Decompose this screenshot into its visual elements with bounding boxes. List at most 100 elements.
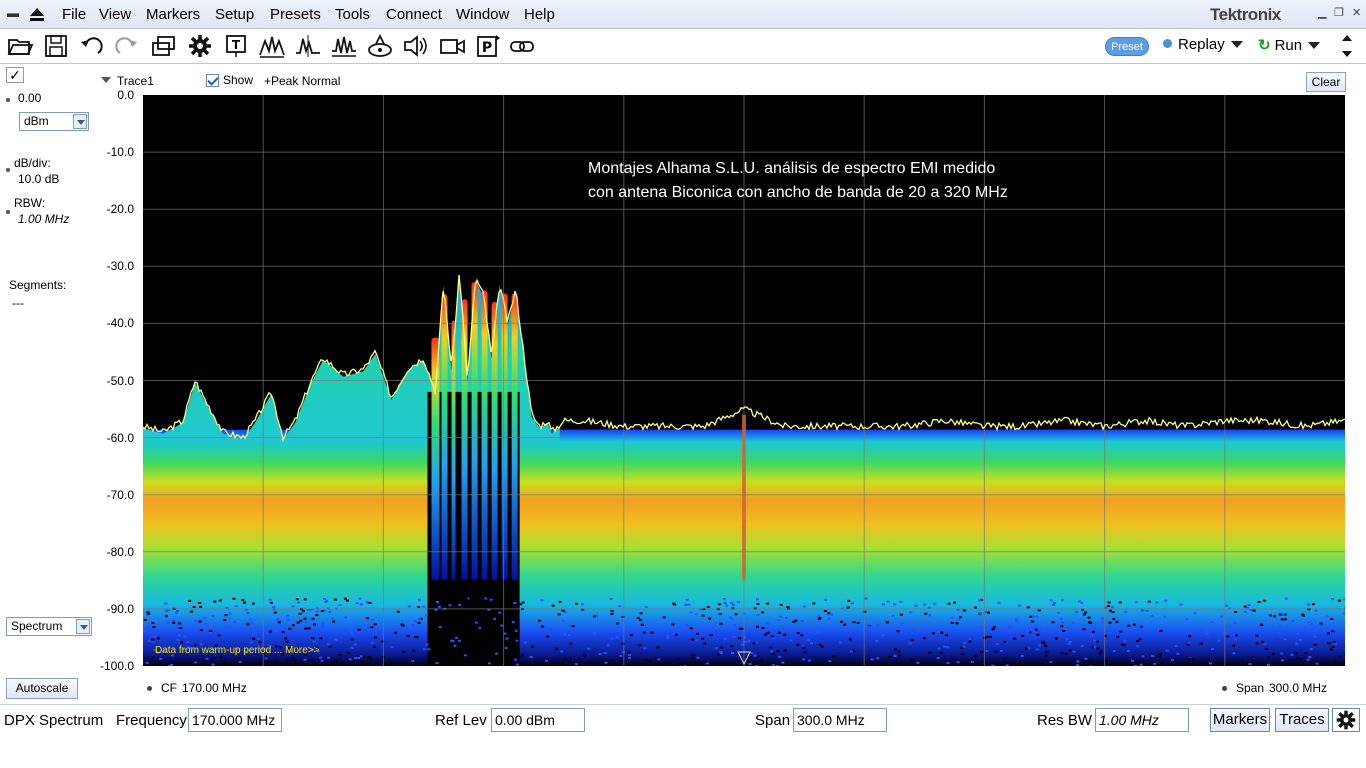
noise-speckle <box>287 618 291 621</box>
noise-speckle <box>1091 646 1094 649</box>
display-select[interactable]: Spectrum <box>6 617 92 636</box>
noise-speckle <box>891 614 895 617</box>
noise-speckle <box>672 602 676 605</box>
noise-speckle <box>1271 653 1275 655</box>
menu-presets[interactable]: Presets <box>270 6 321 23</box>
span-value[interactable]: 300.0 MHz <box>1269 681 1327 695</box>
noise-speckle <box>291 624 295 627</box>
show-checkbox[interactable] <box>206 74 219 87</box>
chevron-down-icon[interactable] <box>76 619 90 634</box>
noise-speckle <box>778 655 782 658</box>
menu-markers[interactable]: Markers <box>146 6 200 23</box>
chevron-down-icon[interactable] <box>1308 42 1321 49</box>
noise-speckle <box>284 637 288 640</box>
menu-view[interactable]: View <box>99 6 131 23</box>
burst-carrier <box>471 282 478 581</box>
noise-speckle <box>145 626 149 629</box>
chevron-down-icon[interactable] <box>101 77 111 83</box>
noise-speckle <box>272 606 276 608</box>
speaker-icon[interactable] <box>402 33 430 59</box>
close-icon[interactable]: ✕ <box>1352 6 1361 19</box>
windows-icon[interactable] <box>150 33 178 59</box>
unit-select[interactable]: dBm <box>19 112 89 131</box>
rbw-value[interactable]: 1.00 MHz <box>18 212 69 226</box>
noise-speckle <box>618 605 622 607</box>
y-tick-label: -10.0 <box>106 145 134 160</box>
markers-button[interactable]: Markers <box>1210 708 1270 732</box>
warmup-message[interactable]: Data from warm-up period ... More>> <box>155 645 320 656</box>
autoscale-button[interactable]: Autoscale <box>6 678 78 699</box>
replay-button[interactable]: Replay <box>1163 36 1243 53</box>
noise-speckle <box>148 632 152 634</box>
menu-tools[interactable]: Tools <box>335 6 370 23</box>
noise-speckle <box>166 620 170 623</box>
noise-speckle <box>990 625 993 628</box>
eject-icon[interactable] <box>28 5 46 23</box>
settings-gear-button[interactable] <box>1332 708 1360 732</box>
noise-speckle <box>994 650 998 653</box>
noise-speckle <box>606 644 610 647</box>
trace-name[interactable]: Trace1 <box>117 74 154 88</box>
noise-speckle <box>413 620 417 623</box>
clear-button[interactable]: Clear <box>1306 72 1346 92</box>
noise-speckle <box>530 645 534 648</box>
menu-window[interactable]: Window <box>456 6 509 23</box>
noise-speckle <box>1035 615 1039 618</box>
restore-icon[interactable]: ❐ <box>1334 6 1344 19</box>
noise-speckle <box>313 623 317 626</box>
noise-speckle <box>454 654 458 656</box>
menu-file[interactable]: File <box>62 6 86 23</box>
mode-label[interactable]: DPX Spectrum <box>4 712 103 729</box>
noise-speckle <box>1234 611 1238 613</box>
noise-speckle <box>1021 635 1025 637</box>
cf-value[interactable]: 170.00 MHz <box>182 681 247 695</box>
noise-speckle <box>346 599 349 602</box>
chevron-down-icon[interactable] <box>73 114 87 129</box>
menu-setup[interactable]: Setup <box>215 6 254 23</box>
redo-icon[interactable] <box>112 33 140 59</box>
menu-help[interactable]: Help <box>524 6 555 23</box>
noise-speckle <box>875 639 878 642</box>
record-icon[interactable] <box>366 33 394 59</box>
undo-icon[interactable] <box>78 33 106 59</box>
resbw-field[interactable]: 1.00 MHz <box>1095 708 1189 732</box>
noise-speckle <box>303 658 307 661</box>
run-button[interactable]: ↻ Run <box>1258 36 1321 54</box>
link-icon[interactable] <box>508 33 536 59</box>
frequency-field[interactable]: 170.000 MHz <box>188 708 282 732</box>
noise-speckle <box>1153 662 1157 665</box>
noise-speckle <box>521 654 525 657</box>
menu-connect[interactable]: Connect <box>386 6 442 23</box>
preset-icon[interactable]: P <box>474 33 502 59</box>
window-menu-icon[interactable]: ▬ <box>4 4 22 22</box>
noise-speckle <box>250 621 254 624</box>
noise-speckle <box>418 598 422 601</box>
peaks-icon[interactable] <box>258 33 286 59</box>
spectrum-plot[interactable]: Montajes Alhama S.L.U. análisis de espec… <box>143 95 1345 666</box>
noise-speckle <box>894 648 897 651</box>
spectrum-icon[interactable] <box>294 33 322 59</box>
chevron-down-icon[interactable] <box>1230 41 1243 48</box>
noise-speckle <box>718 613 722 615</box>
gear-icon[interactable] <box>186 33 214 59</box>
detection-mode[interactable]: +Peak Normal <box>264 74 340 88</box>
noise-speckle <box>505 637 509 640</box>
preset-button[interactable]: Preset <box>1105 37 1149 56</box>
dbdiv-value[interactable]: 10.0 dB <box>18 172 59 186</box>
panel-checkbox[interactable]: ✓ <box>6 67 24 83</box>
camera-icon[interactable] <box>438 33 466 59</box>
minimize-icon[interactable]: ▁ <box>1318 6 1326 19</box>
text-marker-icon[interactable]: T <box>222 33 250 59</box>
noise-speckle <box>908 642 912 645</box>
open-folder-icon[interactable] <box>6 33 34 59</box>
span-field[interactable]: 300.0 MHz <box>793 708 887 732</box>
save-icon[interactable] <box>42 33 70 59</box>
toolbar-scroll-icon[interactable] <box>1340 33 1354 59</box>
waveform-icon[interactable] <box>330 33 358 59</box>
ref-level-value[interactable]: 0.00 <box>18 91 41 105</box>
noise-speckle <box>936 657 940 660</box>
traces-button[interactable]: Traces <box>1275 708 1329 732</box>
reflev-field[interactable]: 0.00 dBm <box>491 708 585 732</box>
noise-speckle <box>896 630 900 633</box>
noise-speckle <box>685 598 689 601</box>
